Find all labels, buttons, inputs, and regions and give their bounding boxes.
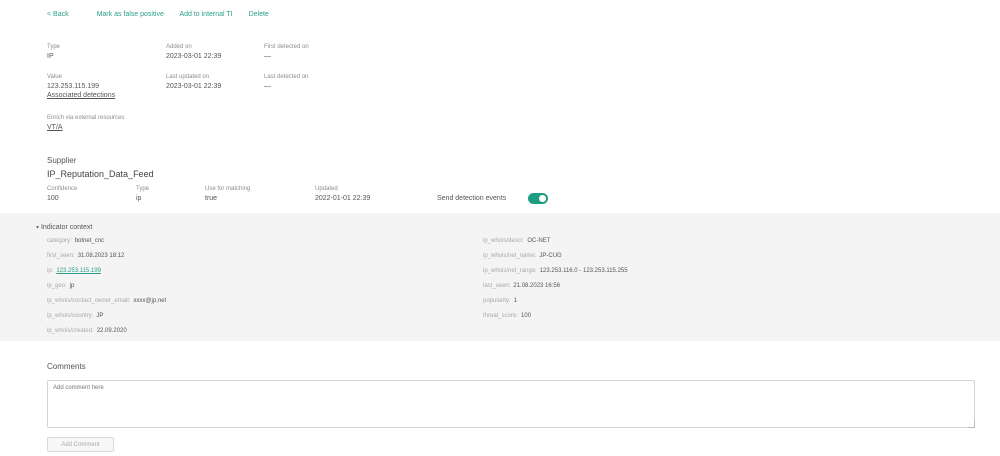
context-key: ip_geo: (47, 283, 67, 289)
context-value: JP (96, 313, 104, 319)
context-value-link[interactable]: 123.253.115.199 (56, 268, 101, 274)
first-detected-label: First detected on (264, 44, 309, 50)
context-row: ip_whois/country: JP (47, 313, 103, 319)
updated-label: Updated (315, 186, 338, 192)
indicator-context-panel (0, 213, 1000, 341)
back-link[interactable]: < Back (47, 11, 69, 18)
supplier-heading: Supplier (47, 156, 77, 165)
last-detected-field: Last detected on — (264, 74, 308, 90)
mark-false-positive-button[interactable]: Mark as false positive (97, 11, 164, 18)
context-value: JP-CUG (539, 253, 562, 259)
comments-title: Comments (47, 362, 86, 371)
context-row: ip_whois/net_range: 123.253.116.0 - 123.2… (483, 268, 628, 274)
context-key: first_seen: (47, 253, 75, 259)
context-value: 21.08.2023 16:56 (513, 283, 561, 289)
confidence-field: Confidence 100 (47, 186, 77, 202)
associated-detections-link[interactable]: Associated detections (47, 92, 115, 99)
use-for-matching-value: true (205, 195, 218, 202)
added-on-label: Added on (166, 44, 192, 50)
indicator-context-title: Indicator context (40, 224, 93, 231)
context-value: xxxx@jp.net (133, 298, 167, 304)
updated-value: 2022-01-01 22:39 (315, 195, 371, 202)
last-updated-label: Last updated on (166, 74, 210, 80)
added-on-value: 2023-03-01 22:39 (166, 53, 222, 60)
context-row: ip_whois/net_name: JP-CUG (483, 253, 562, 259)
type-field: Type IP (47, 44, 60, 60)
value-value: 123.253.115.199 (47, 83, 100, 90)
context-row: ip: 123.253.115.199 (47, 268, 101, 274)
context-key: ip_whois/contact_owner_email: (47, 298, 131, 304)
added-on-field: Added on 2023-03-01 22:39 (166, 44, 221, 60)
first-detected-value: — (264, 53, 271, 60)
context-key: ip_whois/descr: (483, 238, 525, 244)
context-row: threat_score: 100 (483, 313, 531, 319)
context-row: popularity: 1 (483, 298, 517, 304)
context-value: 123.253.116.0 - 123.253.115.255 (539, 268, 628, 274)
type-value: IP (47, 53, 54, 60)
last-updated-value: 2023-03-01 22:39 (166, 83, 222, 90)
use-for-matching-field: Use for matching true (205, 186, 250, 202)
context-key: ip_whois/created: (47, 328, 94, 334)
context-row: last_seen: 21.08.2023 16:56 (483, 283, 560, 289)
context-key: popularity: (483, 298, 511, 304)
toolbar: < Back Mark as false positive Add to int… (47, 11, 283, 18)
enrich-label: Enrich via external resources (47, 115, 125, 121)
indicator-context-toggle[interactable]: ▾ Indicator context (36, 224, 92, 231)
context-row: ip_geo: jp (47, 283, 74, 289)
context-value: 31.08.2023 18:12 (77, 253, 125, 259)
type-label: Type (47, 44, 61, 50)
context-value: jp (69, 283, 75, 289)
context-row: first_seen: 31.08.2023 18:12 (47, 253, 124, 259)
supplier-type-label: Type (136, 186, 150, 192)
value-field: Value 123.253.115.199 Associated detecti… (47, 74, 115, 99)
last-detected-label: Last detected on (264, 74, 309, 80)
updated-field: Updated 2022-01-01 22:39 (315, 186, 370, 202)
chevron-down-icon: ▾ (36, 225, 40, 231)
supplier-type-value: ip (136, 195, 142, 202)
enrich-link[interactable]: VT/A (47, 124, 124, 131)
add-to-internal-ti-button[interactable]: Add to internal TI (179, 11, 232, 18)
context-value: 1 (513, 298, 518, 304)
context-row: ip_whois/contact_owner_email: xxxx@jp.net (47, 298, 166, 304)
supplier-name: IP_Reputation_Data_Feed (47, 169, 154, 179)
send-detection-events-label: Send detection events (437, 195, 507, 202)
context-key: last_seen: (483, 283, 511, 289)
context-key: ip_whois/country: (47, 313, 94, 319)
context-key: ip_whois/net_range: (483, 268, 537, 274)
send-detection-events-toggle[interactable] (528, 193, 548, 204)
context-row: ip_whois/descr: OC-NET (483, 238, 550, 244)
last-detected-value: — (264, 83, 271, 90)
use-for-matching-label: Use for matching (205, 186, 251, 192)
delete-button[interactable]: Delete (249, 11, 269, 18)
supplier-type-field: Type ip (136, 186, 149, 202)
context-row: ip_whois/created: 22.09.2020 (47, 328, 127, 334)
context-value: 22.09.2020 (96, 328, 127, 334)
enrich-field: Enrich via external resources VT/A (47, 115, 124, 131)
toggle-knob (539, 195, 546, 202)
context-key: ip_whois/net_name: (483, 253, 537, 259)
confidence-value: 100 (47, 195, 59, 202)
context-value: botnet_cnc (74, 238, 105, 244)
first-detected-field: First detected on — (264, 44, 309, 60)
context-key: ip: (47, 268, 54, 274)
add-comment-button[interactable]: Add Comment (47, 437, 114, 452)
context-value: 100 (521, 313, 532, 319)
last-updated-field: Last updated on 2023-03-01 22:39 (166, 74, 221, 90)
context-key: threat_score: (483, 313, 519, 319)
comment-input[interactable] (47, 380, 975, 428)
confidence-label: Confidence (47, 186, 78, 192)
context-row: category: botnet_cnc (47, 238, 104, 244)
resize-handle-icon[interactable] (968, 421, 975, 428)
value-label: Value (47, 74, 62, 80)
context-key: category: (47, 238, 72, 244)
context-value: OC-NET (527, 238, 551, 244)
